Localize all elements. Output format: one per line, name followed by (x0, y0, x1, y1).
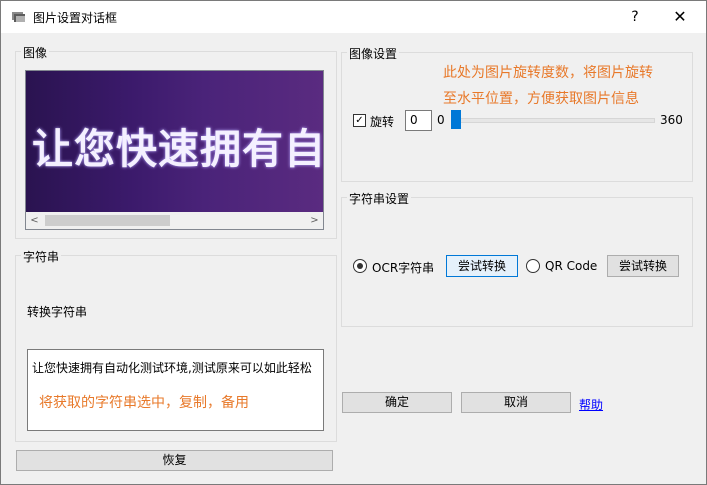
ocr-radio[interactable] (353, 259, 367, 273)
help-title-button[interactable]: ? (621, 5, 649, 29)
scroll-left-icon[interactable]: < (26, 212, 43, 229)
rotation-slider-track[interactable] (453, 118, 655, 123)
rotate-label: 旋转 (370, 115, 395, 129)
qr-radio[interactable] (526, 259, 540, 273)
horizontal-scrollbar[interactable]: < > (26, 212, 323, 229)
cancel-button[interactable]: 取消 (461, 392, 571, 413)
copy-annotation: 将获取的字符串选中，复制，备用 (39, 395, 249, 411)
ocr-label: OCR字符串 (372, 261, 435, 275)
convert-string-label: 转换字符串 (27, 305, 88, 319)
app-icon (12, 12, 25, 22)
rotation-slider-thumb[interactable] (451, 110, 461, 129)
check-icon: ✓ (355, 115, 364, 126)
image-preview[interactable]: 让您快速拥有自动化测试环 < > (25, 70, 324, 230)
radio-selected-dot (357, 263, 363, 269)
image-settings-label: 图像设置 (347, 45, 400, 62)
window-title: 图片设置对话框 (33, 11, 118, 25)
ocr-try-convert-button[interactable]: 尝试转换 (446, 255, 518, 277)
string-result-text: 让您快速拥有自动化测试环境,测试原来可以如此轻松 (32, 361, 312, 375)
dialog-window: 图片设置对话框 ? ✕ 图像 让您快速拥有自动化测试环 < > 图像设置 此处为… (0, 0, 707, 485)
banner-text: 让您快速拥有自动化测试环 (32, 125, 323, 173)
image-group-label: 图像 (21, 44, 50, 61)
rotate-degree-input[interactable]: 0 (405, 110, 432, 131)
qr-label: QR Code (545, 259, 598, 273)
ok-button[interactable]: 确定 (342, 392, 452, 413)
rotation-annotation-line2: 至水平位置，方便获取图片信息 (443, 91, 639, 107)
slider-min-label: 0 (437, 113, 445, 127)
banner-image: 让您快速拥有自动化测试环 (26, 71, 323, 212)
title-bar: 图片设置对话框 ? ✕ (1, 1, 706, 33)
string-settings-label: 字符串设置 (347, 190, 412, 207)
scroll-right-icon[interactable]: > (306, 212, 323, 229)
string-result-textarea[interactable]: 让您快速拥有自动化测试环境,测试原来可以如此轻松 将获取的字符串选中，复制，备用 (27, 349, 324, 431)
rotation-annotation-line1: 此处为图片旋转度数，将图片旋转 (443, 65, 653, 81)
restore-button[interactable]: 恢复 (16, 450, 333, 471)
rotate-checkbox[interactable]: ✓ (353, 114, 366, 127)
slider-max-label: 360 (660, 113, 683, 127)
close-button[interactable]: ✕ (665, 5, 695, 29)
string-group-label: 字符串 (21, 248, 62, 265)
help-link[interactable]: 帮助 (579, 396, 603, 413)
scroll-thumb[interactable] (45, 215, 170, 226)
qr-try-convert-button[interactable]: 尝试转换 (607, 255, 679, 277)
